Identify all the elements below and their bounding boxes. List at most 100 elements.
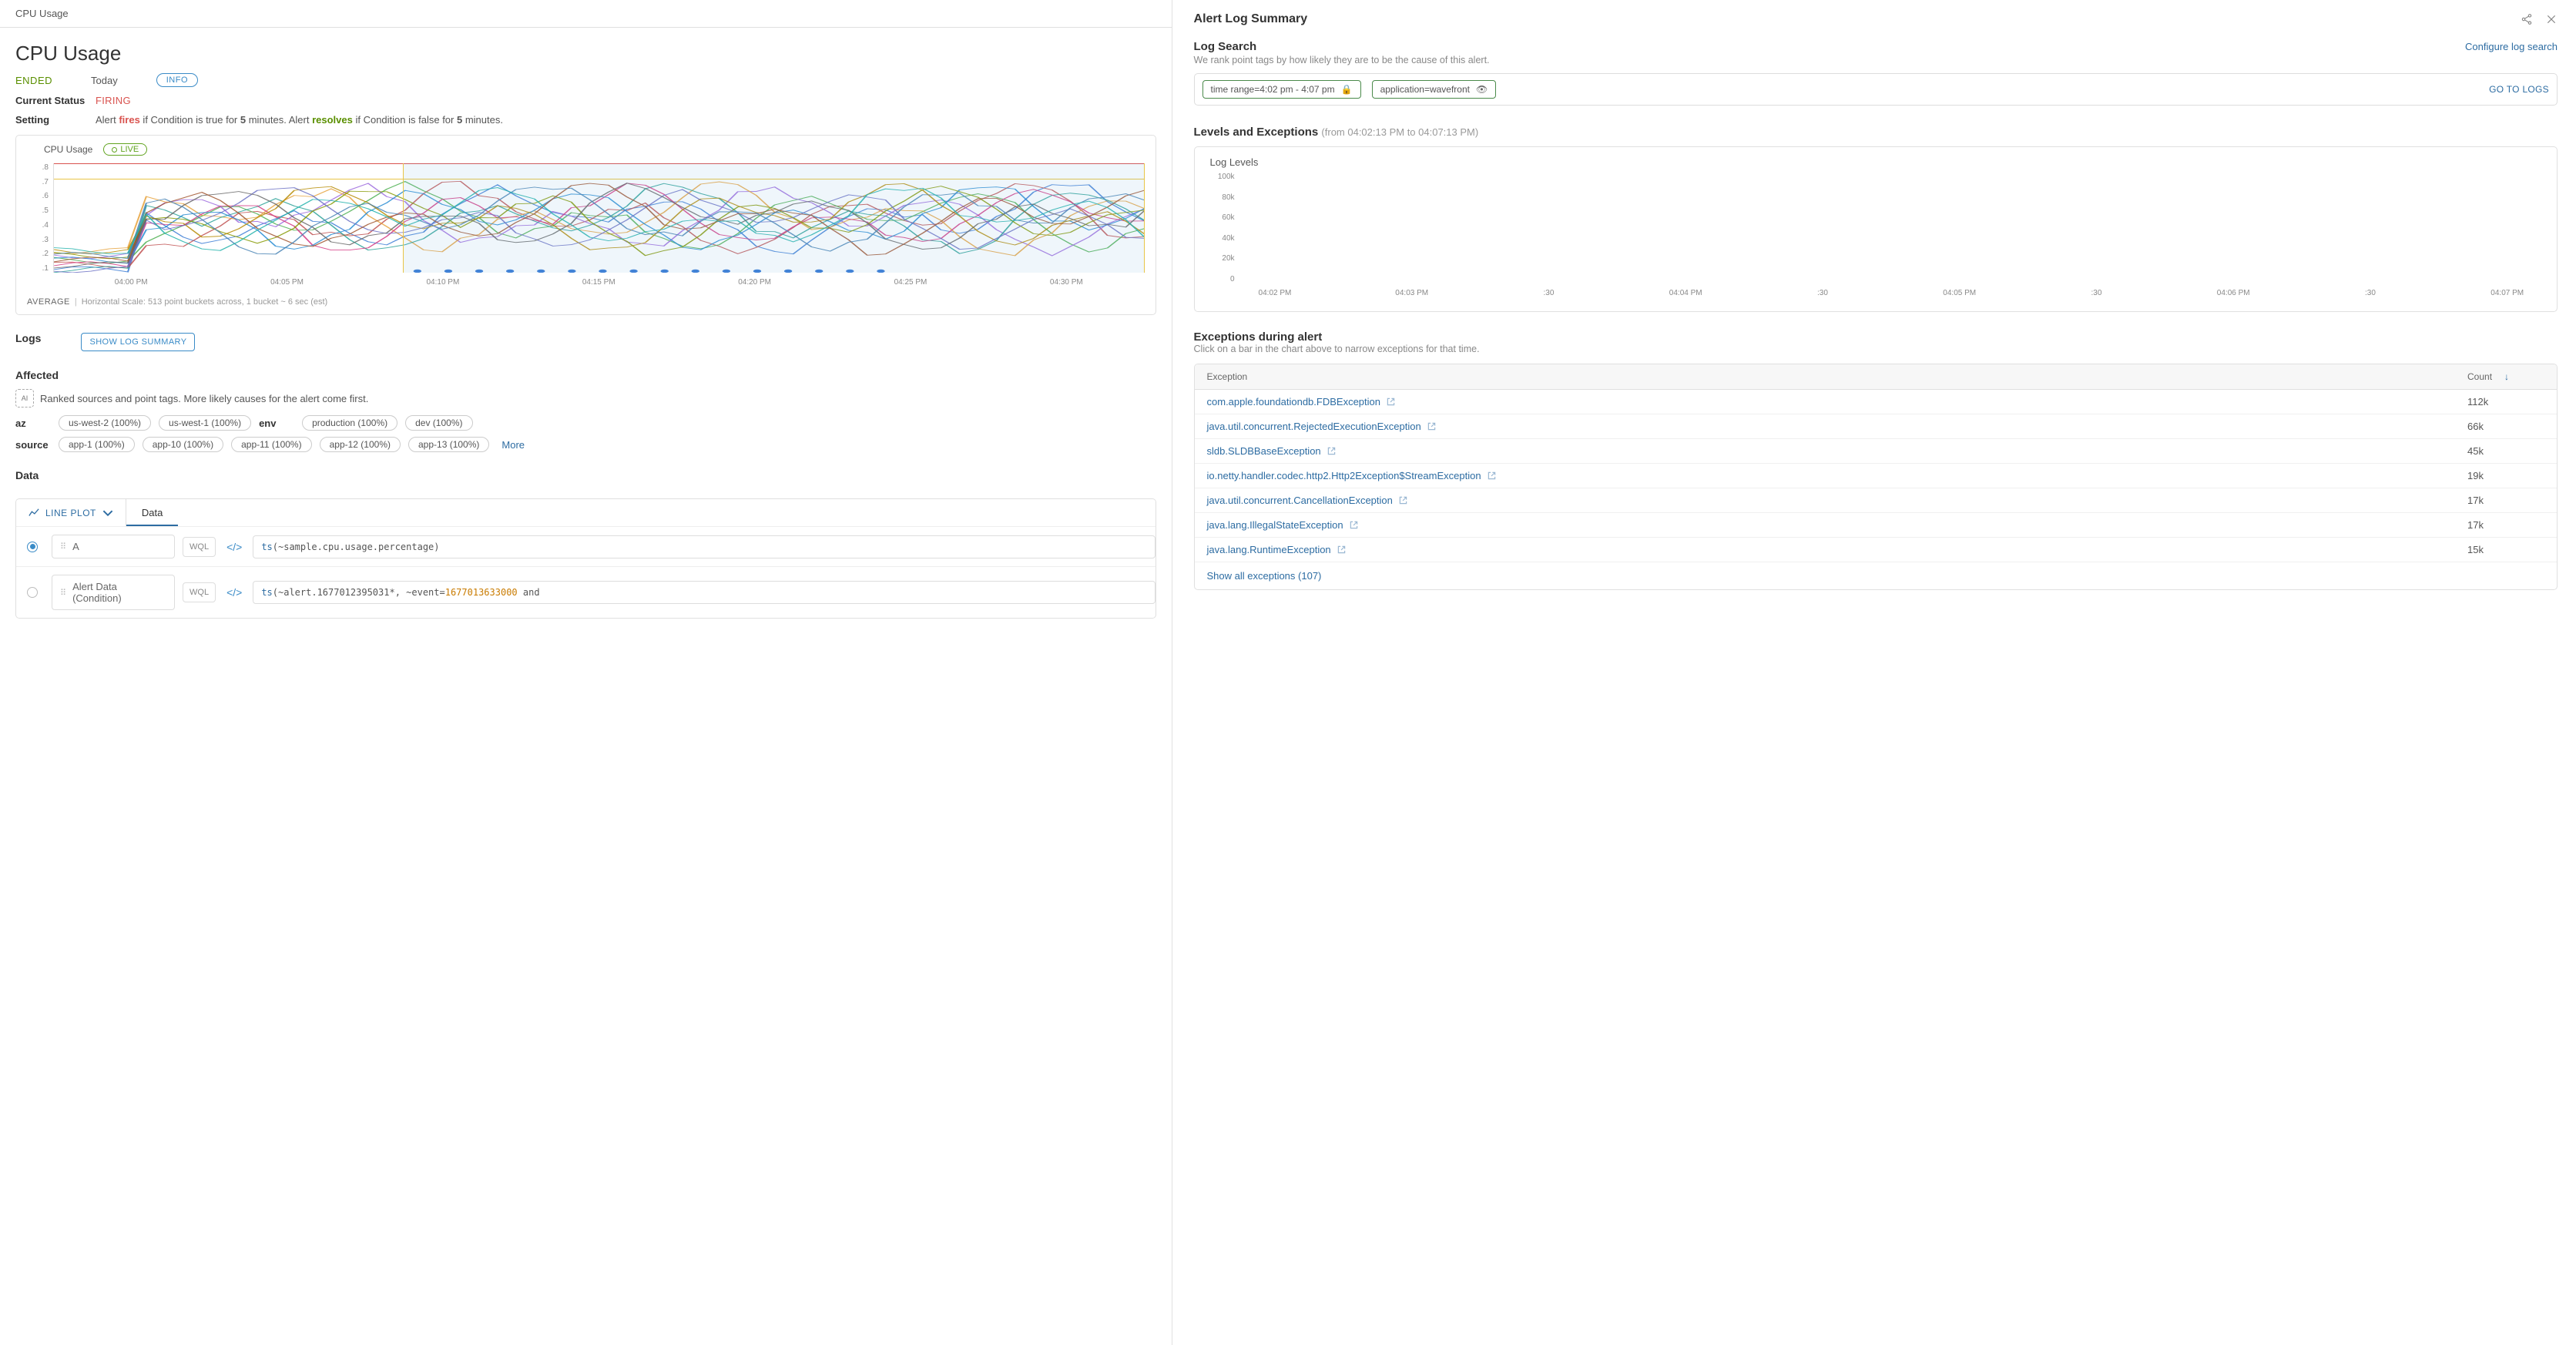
- share-icon[interactable]: [2521, 13, 2533, 25]
- plot-type-button[interactable]: LINE PLOT: [16, 499, 126, 526]
- cpu-chart-card: CPU Usage LIVE .8.7.6.5.4.3.2.1 04:00 PM…: [15, 135, 1156, 315]
- right-title: Alert Log Summary: [1194, 12, 1308, 26]
- exceptions-table: Exception Count↓ com.apple.foundationdb.…: [1194, 364, 2558, 590]
- log-levels-chart[interactable]: 100k80k60k40k20k0 04:02 PM04:03 PM:3004:…: [1210, 173, 2541, 297]
- current-status-value: FIRING: [96, 95, 131, 106]
- filter-chip-time-range[interactable]: time range=4:02 pm - 4:07 pm🔒: [1202, 80, 1361, 99]
- query-row: ⠿Alert Data (Condition) WQL </> ts(~alert.1…: [16, 566, 1156, 618]
- exceptions-title: Exceptions during alert: [1194, 330, 2558, 344]
- external-link-icon: [1427, 422, 1436, 431]
- exception-link[interactable]: java.lang.RuntimeException: [1207, 544, 2467, 555]
- query-lang-badge[interactable]: WQL: [183, 582, 216, 602]
- exceptions-col-count[interactable]: Count↓: [2467, 371, 2544, 382]
- breadcrumb: CPU Usage: [0, 0, 1172, 28]
- exception-row: java.lang.RuntimeException15k: [1195, 538, 2557, 562]
- setting-label: Setting: [15, 114, 86, 126]
- external-link-icon: [1399, 496, 1407, 505]
- exception-count: 66k: [2467, 421, 2544, 432]
- exception-link[interactable]: sldb.SLDBBaseException: [1207, 445, 2467, 457]
- close-icon[interactable]: [2545, 13, 2558, 25]
- show-all-exceptions-link[interactable]: Show all exceptions (107): [1195, 562, 2557, 589]
- exception-link[interactable]: com.apple.foundationdb.FDBException: [1207, 396, 2467, 408]
- cpu-chart[interactable]: .8.7.6.5.4.3.2.1 04:00 PM04:05 PM04:10 P…: [27, 163, 1145, 287]
- query-name[interactable]: ⠿Alert Data (Condition): [52, 575, 175, 610]
- chevron-down-icon: [102, 508, 113, 518]
- right-pane: Alert Log Summary Log Search Configure l…: [1172, 0, 2576, 1345]
- affected-key-env: env: [259, 418, 294, 429]
- exception-link[interactable]: io.netty.handler.codec.http2.Http2Except…: [1207, 470, 2467, 481]
- exception-row: java.util.concurrent.CancellationExcepti…: [1195, 488, 2557, 513]
- left-pane: CPU Usage CPU Usage ENDED Today INFO Cur…: [0, 0, 1172, 1345]
- query-lang-badge[interactable]: WQL: [183, 537, 216, 557]
- code-icon[interactable]: </>: [223, 586, 245, 599]
- affected-pill[interactable]: app-10 (100%): [143, 437, 223, 452]
- log-search-title: Log Search: [1194, 40, 1257, 53]
- tabs-bar: LINE PLOT Data: [15, 498, 1156, 526]
- exception-row: io.netty.handler.codec.http2.Http2Except…: [1195, 464, 2557, 488]
- affected-pill[interactable]: us-west-1 (100%): [159, 415, 251, 431]
- chart-footer: AVERAGE|Horizontal Scale: 513 point buck…: [27, 291, 1145, 307]
- affected-pill[interactable]: us-west-2 (100%): [59, 415, 151, 431]
- affected-pill[interactable]: production (100%): [302, 415, 397, 431]
- query-expression[interactable]: ts(~alert.1677012395031*, ~event=1677013…: [253, 581, 1155, 604]
- exception-count: 17k: [2467, 495, 2544, 506]
- exception-link[interactable]: java.util.concurrent.RejectedExecutionEx…: [1207, 421, 2467, 432]
- affected-pill[interactable]: app-1 (100%): [59, 437, 135, 452]
- affected-pill[interactable]: app-13 (100%): [408, 437, 489, 452]
- affected-pill[interactable]: dev (100%): [405, 415, 472, 431]
- exception-row: java.lang.IllegalStateException17k: [1195, 513, 2557, 538]
- affected-pill[interactable]: app-12 (100%): [320, 437, 401, 452]
- affected-key-source: source: [15, 439, 51, 451]
- show-log-summary-button[interactable]: SHOW LOG SUMMARY: [81, 333, 195, 351]
- affected-label: Affected: [15, 369, 1156, 381]
- exception-count: 45k: [2467, 445, 2544, 457]
- query-expression[interactable]: ts(~sample.cpu.usage.percentage): [253, 535, 1155, 558]
- exception-count: 112k: [2467, 396, 2544, 408]
- tab-data[interactable]: Data: [126, 499, 178, 526]
- exception-row: java.util.concurrent.RejectedExecutionEx…: [1195, 414, 2557, 439]
- external-link-icon: [1387, 397, 1395, 406]
- external-link-icon: [1488, 471, 1496, 480]
- affected-pill[interactable]: app-11 (100%): [231, 437, 312, 452]
- grip-icon: ⠿: [60, 542, 66, 552]
- logs-label: Logs: [15, 332, 41, 344]
- live-badge[interactable]: LIVE: [103, 143, 147, 156]
- affected-more-link[interactable]: More: [501, 439, 525, 451]
- sort-desc-icon: ↓: [2504, 371, 2509, 382]
- log-search-caption: We rank point tags by how likely they ar…: [1194, 55, 2558, 65]
- exception-count: 15k: [2467, 544, 2544, 555]
- levels-title: Levels and Exceptions (from 04:02:13 PM …: [1194, 126, 2558, 139]
- chart-title: CPU Usage: [44, 144, 92, 155]
- data-label: Data: [15, 469, 1156, 481]
- current-status-label: Current Status: [15, 95, 86, 106]
- exception-row: sldb.SLDBBaseException45k: [1195, 439, 2557, 464]
- exception-count: 19k: [2467, 470, 2544, 481]
- time-today: Today: [91, 75, 118, 86]
- exceptions-col-name[interactable]: Exception: [1207, 371, 2467, 382]
- external-link-icon: [1327, 447, 1336, 455]
- exception-link[interactable]: java.util.concurrent.CancellationExcepti…: [1207, 495, 2467, 506]
- query-name[interactable]: ⠿A: [52, 535, 175, 558]
- exceptions-caption: Click on a bar in the chart above to nar…: [1194, 344, 2558, 354]
- query-radio[interactable]: [27, 587, 38, 598]
- query-row: ⠿A WQL </> ts(~sample.cpu.usage.percentage): [16, 526, 1156, 566]
- affected-caption: Ranked sources and point tags. More like…: [40, 393, 368, 404]
- info-badge[interactable]: INFO: [156, 73, 198, 87]
- filter-chip-application[interactable]: application=wavefront👁: [1372, 80, 1497, 99]
- grip-icon: ⠿: [60, 588, 66, 598]
- go-to-logs-button[interactable]: GO TO LOGS: [2489, 84, 2549, 95]
- code-icon[interactable]: </>: [223, 541, 245, 553]
- selection-band: [403, 163, 1145, 273]
- log-levels-card: Log Levels 100k80k60k40k20k0 04:02 PM04:…: [1194, 146, 2558, 312]
- exception-count: 17k: [2467, 519, 2544, 531]
- query-radio[interactable]: [27, 542, 38, 552]
- affected-key-az: az: [15, 418, 51, 429]
- configure-log-search-link[interactable]: Configure log search: [2465, 41, 2558, 52]
- live-dot-icon: [112, 147, 117, 153]
- status-ended: ENDED: [15, 75, 52, 86]
- exception-row: com.apple.foundationdb.FDBException112k: [1195, 390, 2557, 414]
- lock-icon: 🔒: [1341, 84, 1353, 95]
- exception-link[interactable]: java.lang.IllegalStateException: [1207, 519, 2467, 531]
- external-link-icon: [1337, 545, 1346, 554]
- page-title: CPU Usage: [15, 42, 1156, 65]
